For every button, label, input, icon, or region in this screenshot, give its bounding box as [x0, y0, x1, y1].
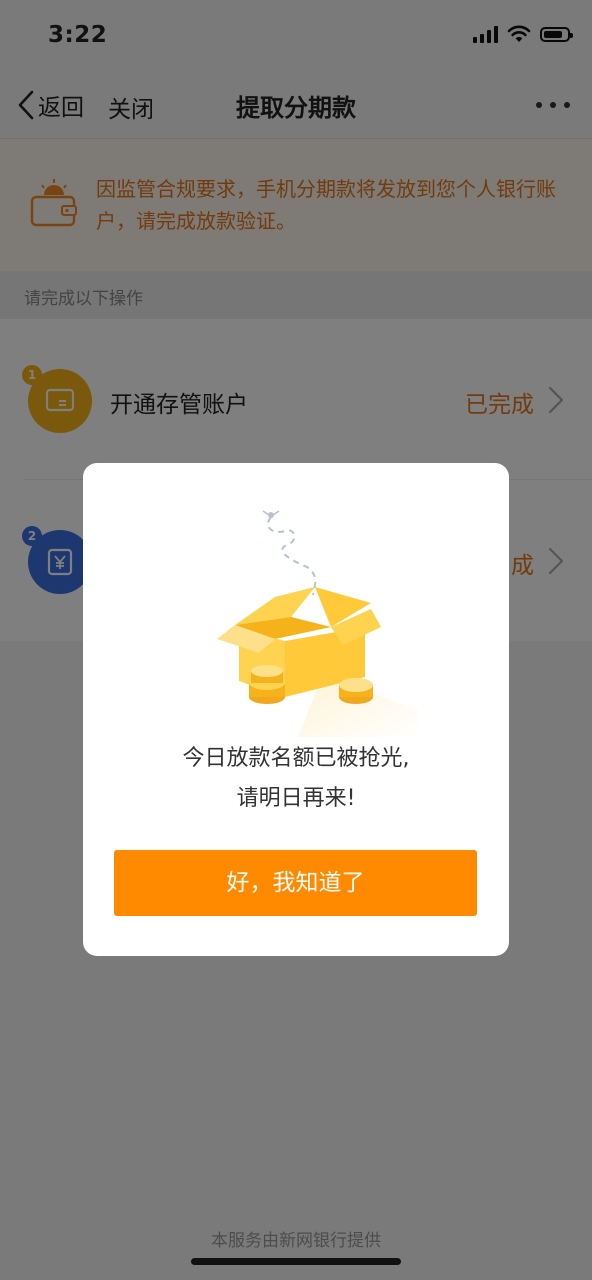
dialog-message-line1: 今日放款名额已被抢光,	[182, 746, 410, 771]
home-indicator	[191, 1258, 401, 1265]
dialog-message: 今日放款名额已被抢光, 请明日再来!	[83, 739, 509, 819]
acknowledge-button[interactable]: 好，我知道了	[114, 850, 477, 916]
empty-box-with-coins-icon	[217, 510, 418, 737]
dialog-message-line2: 请明日再来!	[236, 786, 356, 811]
quota-exhausted-dialog: 今日放款名额已被抢光, 请明日再来! 好，我知道了	[83, 463, 509, 956]
